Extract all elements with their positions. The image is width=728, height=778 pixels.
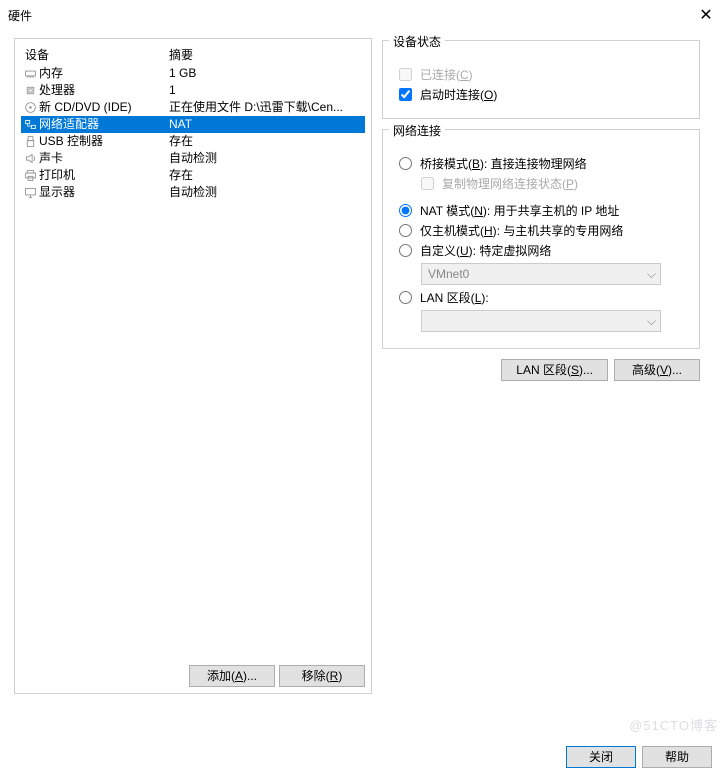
window-title: 硬件 (8, 7, 692, 24)
custom-radio[interactable]: 自定义(U): 特定虚拟网络 (399, 242, 689, 259)
connected-checkbox: 已连接(C) (399, 66, 689, 83)
device-name: 网络适配器 (39, 116, 169, 133)
device-summary: 1 (169, 82, 365, 99)
settings-footer: LAN 区段(S)... 高级(V)... (382, 359, 700, 381)
device-list[interactable]: 内存1 GB处理器1新 CD/DVD (IDE)正在使用文件 D:\迅雷下载\C… (21, 65, 365, 201)
device-row[interactable]: 网络适配器NAT (21, 116, 365, 133)
advanced-button[interactable]: 高级(V)... (614, 359, 700, 381)
device-name: USB 控制器 (39, 133, 169, 150)
lan-segment-radio-input[interactable] (399, 291, 412, 304)
close-icon[interactable]: ✕ (692, 1, 720, 29)
device-list-footer: 添加(A)... 移除(R) (189, 665, 365, 687)
bridged-radio-input[interactable] (399, 157, 412, 170)
disc-icon (21, 101, 39, 114)
usb-icon (21, 135, 39, 148)
close-button[interactable]: 关闭 (566, 746, 636, 768)
device-row[interactable]: 打印机存在 (21, 167, 365, 184)
device-name: 打印机 (39, 167, 169, 184)
dialog-footer: 关闭 帮助 (566, 746, 712, 768)
nat-radio-input[interactable] (399, 204, 412, 217)
device-name: 声卡 (39, 150, 169, 167)
replicate-checkbox: 复制物理网络连接状态(P) (421, 175, 689, 192)
nat-radio[interactable]: NAT 模式(N): 用于共享主机的 IP 地址 (399, 202, 689, 219)
remove-button[interactable]: 移除(R) (279, 665, 365, 687)
lan-segment-label: LAN 区段(L): (420, 289, 489, 306)
device-row[interactable]: USB 控制器存在 (21, 133, 365, 150)
bridged-radio[interactable]: 桥接模式(B): 直接连接物理网络 (399, 155, 689, 172)
device-row[interactable]: 显示器自动检测 (21, 184, 365, 201)
network-connection-group: 网络连接 桥接模式(B): 直接连接物理网络 复制物理网络连接状态(P) NAT… (382, 129, 700, 349)
add-button[interactable]: 添加(A)... (189, 665, 275, 687)
device-status-title: 设备状态 (389, 33, 445, 50)
connect-on-start-label: 启动时连接(O) (420, 86, 497, 103)
device-name: 内存 (39, 65, 169, 82)
replicate-label: 复制物理网络连接状态(P) (442, 175, 578, 192)
chevron-down-icon: ⌵ (647, 314, 656, 329)
lan-segment-combo: ⌵ (421, 310, 661, 332)
header-summary: 摘要 (169, 46, 365, 63)
title-bar: 硬件 ✕ (0, 0, 728, 30)
lan-segment-radio[interactable]: LAN 区段(L): (399, 289, 689, 306)
custom-network-value: VMnet0 (428, 267, 469, 281)
device-summary: 自动检测 (169, 150, 365, 167)
device-summary: 存在 (169, 167, 365, 184)
settings-panel: 设备状态 已连接(C) 启动时连接(O) 网络连接 桥接模式(B): 直接连接物… (382, 38, 700, 694)
device-summary: 1 GB (169, 65, 365, 82)
device-list-header: 设备 摘要 (21, 45, 365, 65)
help-button[interactable]: 帮助 (642, 746, 712, 768)
device-summary: 存在 (169, 133, 365, 150)
device-name: 处理器 (39, 82, 169, 99)
device-row[interactable]: 内存1 GB (21, 65, 365, 82)
network-title: 网络连接 (389, 122, 445, 139)
device-name: 新 CD/DVD (IDE) (39, 99, 169, 116)
device-row[interactable]: 新 CD/DVD (IDE)正在使用文件 D:\迅雷下载\Cen... (21, 99, 365, 116)
device-summary: 正在使用文件 D:\迅雷下载\Cen... (169, 99, 365, 116)
bridged-label: 桥接模式(B): 直接连接物理网络 (420, 155, 587, 172)
connect-on-start-checkbox[interactable]: 启动时连接(O) (399, 86, 689, 103)
connected-label: 已连接(C) (420, 66, 473, 83)
device-list-panel: 设备 摘要 内存1 GB处理器1新 CD/DVD (IDE)正在使用文件 D:\… (14, 38, 372, 694)
dialog-content: 设备 摘要 内存1 GB处理器1新 CD/DVD (IDE)正在使用文件 D:\… (0, 30, 728, 698)
sound-icon (21, 152, 39, 165)
lan-segments-button[interactable]: LAN 区段(S)... (501, 359, 608, 381)
connect-on-start-checkbox-input[interactable] (399, 88, 412, 101)
custom-network-combo: VMnet0 ⌵ (421, 263, 661, 285)
host-only-radio-input[interactable] (399, 224, 412, 237)
cpu-icon (21, 84, 39, 97)
custom-label: 自定义(U): 特定虚拟网络 (420, 242, 551, 259)
device-name: 显示器 (39, 184, 169, 201)
nat-label: NAT 模式(N): 用于共享主机的 IP 地址 (420, 202, 619, 219)
device-summary: 自动检测 (169, 184, 365, 201)
custom-radio-input[interactable] (399, 244, 412, 257)
host-only-radio[interactable]: 仅主机模式(H): 与主机共享的专用网络 (399, 222, 689, 239)
watermark: @51CTO博客 (629, 715, 718, 734)
display-icon (21, 186, 39, 199)
device-row[interactable]: 声卡自动检测 (21, 150, 365, 167)
net-icon (21, 118, 39, 131)
memory-icon (21, 67, 39, 80)
replicate-checkbox-input (421, 177, 434, 190)
device-summary: NAT (169, 116, 365, 133)
device-row[interactable]: 处理器1 (21, 82, 365, 99)
chevron-down-icon: ⌵ (647, 267, 656, 282)
header-device: 设备 (21, 46, 169, 63)
printer-icon (21, 169, 39, 182)
device-status-group: 设备状态 已连接(C) 启动时连接(O) (382, 40, 700, 119)
connected-checkbox-input (399, 68, 412, 81)
host-only-label: 仅主机模式(H): 与主机共享的专用网络 (420, 222, 623, 239)
